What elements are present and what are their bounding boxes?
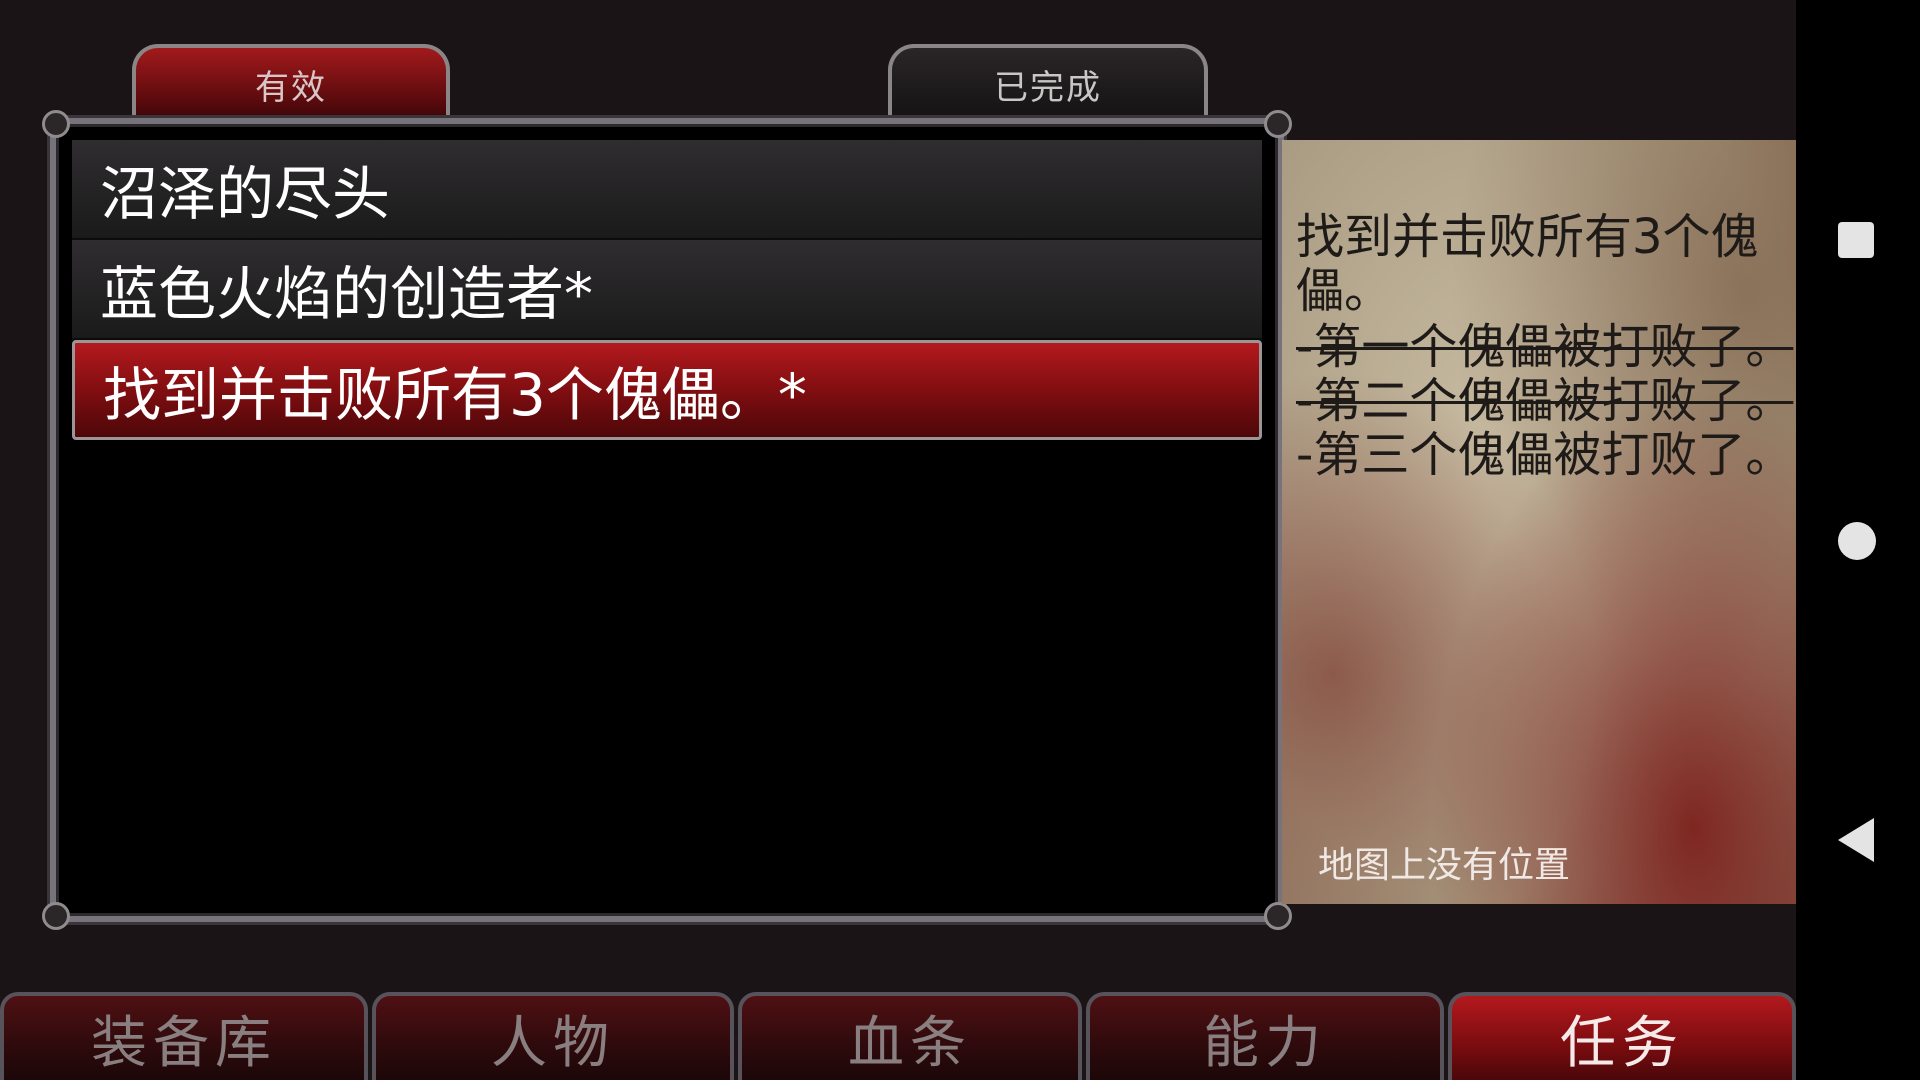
map-location-note: 地图上没有位置 <box>1318 845 1571 886</box>
tab-active-label: 有效 <box>255 67 327 108</box>
triangle-back-icon[interactable] <box>1838 818 1874 862</box>
description-title: 找到并击败所有3个傀儡。 <box>1296 209 1759 319</box>
circle-home-icon[interactable] <box>1838 522 1876 560</box>
quest-list-panel: 沼泽的尽头 蓝色火焰的创造者* 找到并击败所有3个傀儡。* <box>42 110 1292 930</box>
tab-completed-label: 已完成 <box>994 67 1102 108</box>
quest-title: 蓝色火焰的创造者* <box>100 260 594 328</box>
frame-rivet-icon <box>1264 902 1292 930</box>
menu-label: 任务 <box>1560 1010 1684 1076</box>
system-navigation-bar <box>1796 0 1920 1080</box>
quest-title: 找到并击败所有3个傀儡。* <box>103 361 807 429</box>
tab-active-quests[interactable]: 有效 <box>132 44 450 120</box>
frame-rivet-icon <box>42 902 70 930</box>
menu-label: 血条 <box>848 1010 972 1076</box>
quest-row-defeat-golems-selected[interactable]: 找到并击败所有3个傀儡。* <box>72 340 1262 440</box>
objective-golem-2: -第二个傀儡被打败了。 <box>1296 373 1794 429</box>
menu-button-abilities[interactable]: 能力 <box>1086 992 1444 1080</box>
menu-button-character[interactable]: 人物 <box>372 992 734 1080</box>
objective-golem-1: -第一个傀儡被打败了。 <box>1296 319 1794 375</box>
menu-label: 人物 <box>491 1010 615 1076</box>
menu-button-quests[interactable]: 任务 <box>1448 992 1796 1080</box>
tab-completed-quests[interactable]: 已完成 <box>888 44 1208 120</box>
square-recents-icon[interactable] <box>1838 222 1874 258</box>
menu-button-inventory[interactable]: 装备库 <box>0 992 368 1080</box>
frame-rivet-icon <box>42 110 70 138</box>
frame-rivet-icon <box>1264 110 1292 138</box>
quest-description: 找到并击败所有3个傀儡。 -第一个傀儡被打败了。 -第二个傀儡被打败了。 -第三… <box>1296 210 1796 482</box>
menu-label: 能力 <box>1203 1010 1327 1076</box>
bottom-menu-bar: 装备库 人物 血条 能力 任务 <box>0 988 1796 1080</box>
game-screen: 有效 已完成 沼泽的尽头 蓝色火焰的创造者* 找到并击败所有3个傀儡。* 找到并… <box>0 0 1920 1080</box>
menu-label: 装备库 <box>91 1010 277 1076</box>
objective-golem-3: -第三个傀儡被打败了。 <box>1296 427 1794 483</box>
quest-row-blue-flame-creator[interactable]: 蓝色火焰的创造者* <box>72 240 1262 340</box>
quest-title: 沼泽的尽头 <box>100 160 391 228</box>
menu-button-health-bar[interactable]: 血条 <box>738 992 1082 1080</box>
quest-list: 沼泽的尽头 蓝色火焰的创造者* 找到并击败所有3个傀儡。* <box>72 140 1262 440</box>
quest-row-swamp-end[interactable]: 沼泽的尽头 <box>72 140 1262 240</box>
quest-description-parchment: 找到并击败所有3个傀儡。 -第一个傀儡被打败了。 -第二个傀儡被打败了。 -第三… <box>1282 140 1796 904</box>
